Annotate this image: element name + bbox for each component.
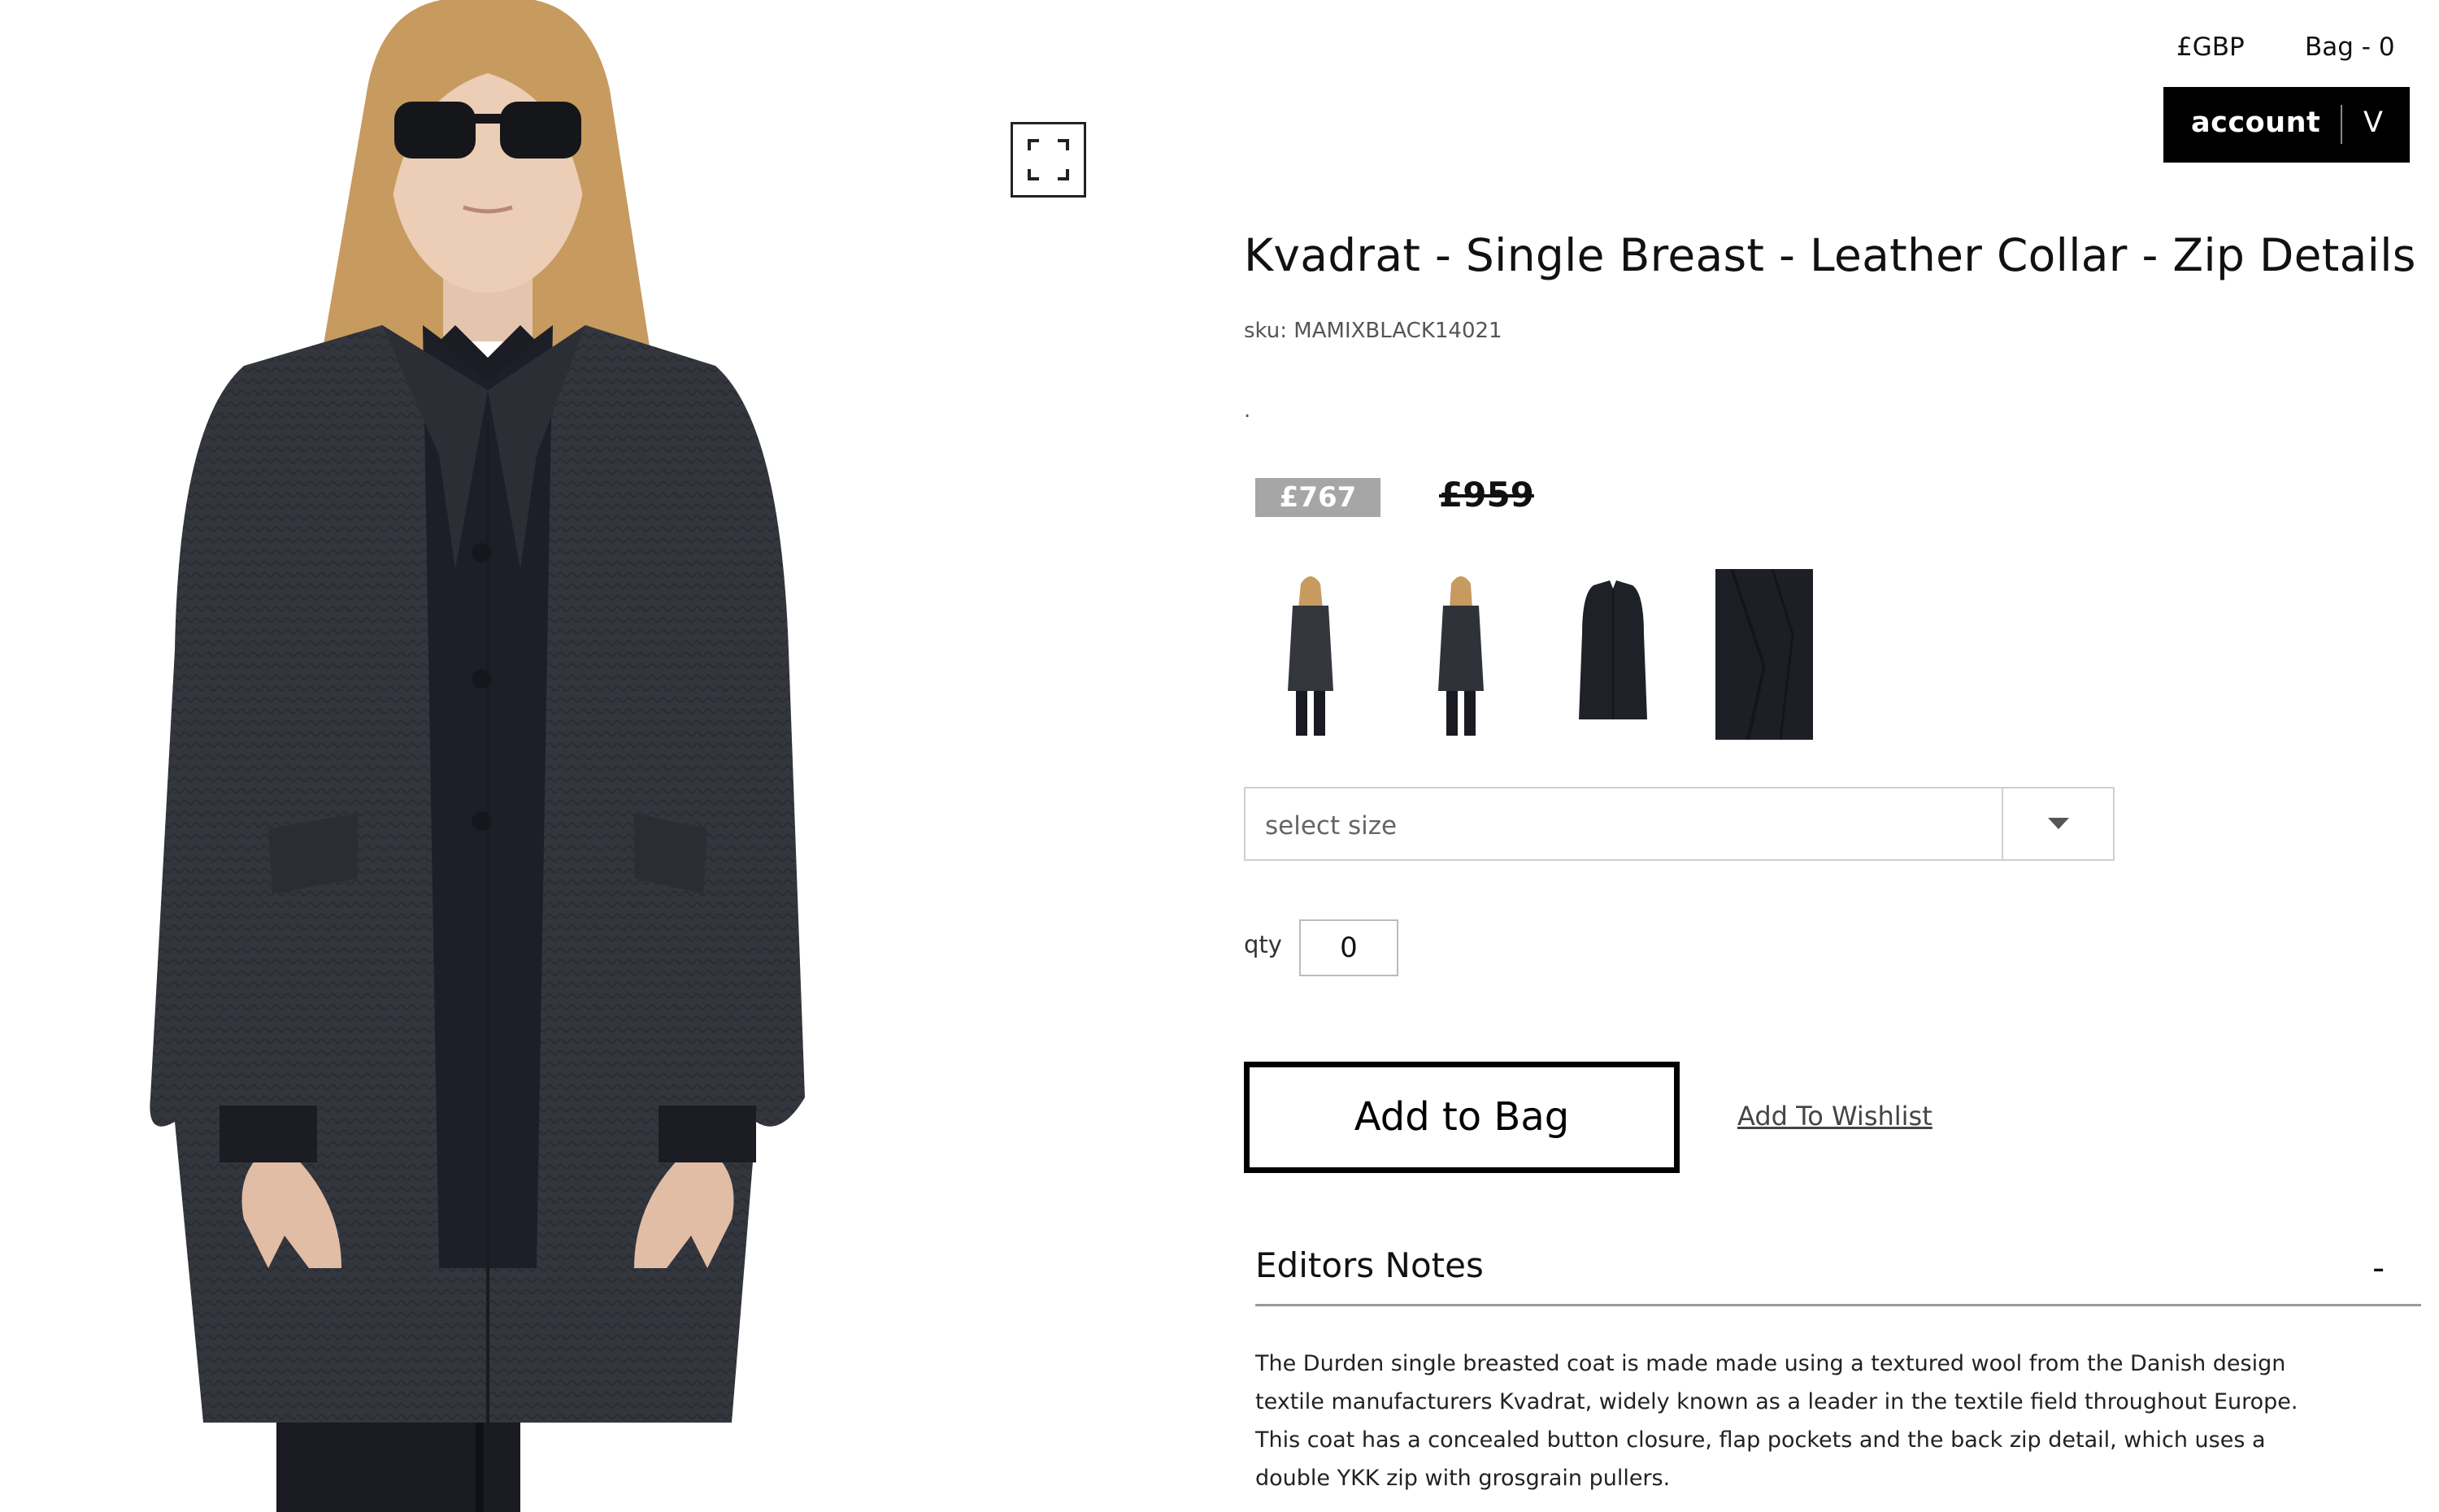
- account-label: account: [2191, 106, 2321, 139]
- thumbnail-image: [1260, 569, 1358, 740]
- thumbnail-detail-view[interactable]: [1715, 568, 1813, 741]
- thumbnail-image: [1715, 568, 1813, 741]
- sale-price-badge: £767: [1255, 478, 1380, 517]
- product-page: £GBP Bag - 0 account V Kvadrat - Single …: [0, 0, 2439, 1512]
- fullscreen-button[interactable]: [1011, 122, 1086, 198]
- chevron-down-icon[interactable]: [2046, 815, 2071, 832]
- editors-notes-divider: [1255, 1304, 2421, 1306]
- collapse-toggle-icon[interactable]: -: [2372, 1248, 2385, 1288]
- thumbnail-front-view[interactable]: [1260, 569, 1358, 740]
- product-title: Kvadrat - Single Breast - Leather Collar…: [1244, 229, 2416, 281]
- size-select-placeholder: select size: [1265, 811, 1398, 841]
- thumbnail-flat-view[interactable]: [1563, 569, 1660, 740]
- model-photo: [0, 0, 1187, 1512]
- thumbnail-image: [1411, 569, 1508, 740]
- account-toggle-icon[interactable]: V: [2363, 106, 2383, 139]
- product-subtitle-dot: .: [1244, 398, 1251, 423]
- product-sku: sku: MAMIXBLACK14021: [1244, 319, 1502, 343]
- qty-input[interactable]: 0: [1299, 919, 1398, 976]
- editors-notes-body: The Durden single breasted coat is made …: [1255, 1351, 2298, 1491]
- thumbnail-image: [1563, 569, 1660, 740]
- account-button[interactable]: account V: [2163, 87, 2410, 163]
- currency-selector[interactable]: £GBP: [2176, 33, 2245, 62]
- size-select[interactable]: select size: [1244, 787, 2115, 861]
- product-main-image[interactable]: [0, 0, 1187, 1512]
- expand-icon: [1028, 139, 1069, 180]
- thumbnail-back-view[interactable]: [1411, 569, 1508, 740]
- qty-label: qty: [1244, 931, 1282, 958]
- add-to-wishlist-link[interactable]: Add To Wishlist: [1737, 1101, 1933, 1132]
- size-select-divider: [2002, 789, 2003, 859]
- account-divider: [2341, 105, 2342, 144]
- original-price: £959: [1439, 475, 1534, 515]
- editors-notes-title[interactable]: Editors Notes: [1255, 1245, 1484, 1285]
- bag-link[interactable]: Bag - 0: [2305, 33, 2395, 62]
- add-to-bag-button[interactable]: Add to Bag: [1244, 1062, 1680, 1173]
